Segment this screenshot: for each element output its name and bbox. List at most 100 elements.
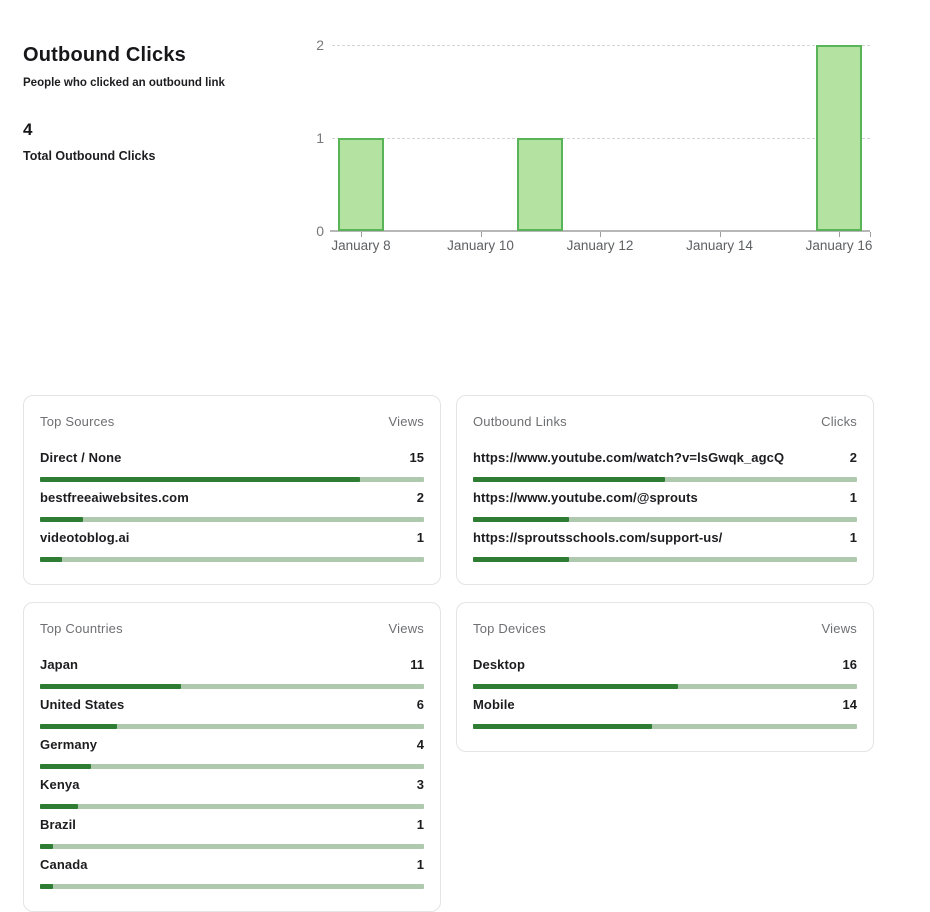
stat-row-top: Desktop 16 (473, 657, 857, 673)
stat-row-value: 1 (416, 857, 424, 872)
x-axis-tick-label: January 10 (447, 238, 514, 253)
stat-progress-fill (473, 557, 569, 562)
stat-row-label: Brazil (40, 817, 77, 832)
panel-metric-label: Views (388, 414, 424, 429)
stat-progress-track (40, 684, 424, 689)
stat-row[interactable]: https://www.youtube.com/@sprouts 1 (473, 490, 857, 522)
panel-top-devices: Top Devices Views Desktop 16 Mobile 14 (456, 602, 874, 752)
stat-row-label: Kenya (40, 777, 80, 792)
stat-row-label: videotoblog.ai (40, 530, 130, 545)
stat-row[interactable]: Kenya 3 (40, 777, 424, 809)
panel-title: Top Countries (40, 621, 123, 636)
panel-title: Top Sources (40, 414, 115, 429)
stat-progress-track (40, 477, 424, 482)
panel-header: Outbound Links Clicks (473, 414, 857, 430)
stat-row[interactable]: videotoblog.ai 1 (40, 530, 424, 562)
stat-row-label: https://www.youtube.com/@sprouts (473, 490, 698, 505)
x-axis-tick-label: January 12 (566, 238, 634, 253)
outbound-clicks-bar-chart: 0 1 2 January 8 January 10 January 12 January … (0, 0, 930, 280)
stat-row[interactable]: Brazil 1 (40, 817, 424, 849)
chart-bar (816, 45, 862, 231)
x-axis-tick (839, 232, 840, 237)
stat-row-top: bestfreeaiwebsites.com 2 (40, 490, 424, 506)
stat-row[interactable]: Germany 4 (40, 737, 424, 769)
stat-row-top: Japan 11 (40, 657, 424, 673)
stat-row-label: Canada (40, 857, 88, 872)
stat-progress-track (40, 764, 424, 769)
stat-row-top: United States 6 (40, 697, 424, 713)
x-axis-end-tick (870, 232, 871, 237)
stat-row-value: 1 (849, 490, 857, 505)
stat-progress-fill (40, 884, 53, 889)
panel-header: Top Sources Views (40, 414, 424, 430)
x-axis-tick (719, 232, 721, 237)
stat-row-value: 6 (416, 697, 424, 712)
stat-row-value: 2 (416, 490, 424, 505)
stat-progress-fill (40, 844, 53, 849)
panel-metric-label: Views (388, 621, 424, 636)
stats-panels-grid: Top Sources Views Direct / None 15 bestf… (23, 395, 874, 912)
stat-row[interactable]: Japan 11 (40, 657, 424, 689)
panel-header: Top Devices Views (473, 621, 857, 637)
stat-progress-track (473, 684, 857, 689)
stat-progress-track (40, 884, 424, 889)
stat-row-value: 11 (410, 657, 424, 672)
stat-row-label: https://www.youtube.com/watch?v=lsGwqk_a… (473, 450, 785, 465)
x-axis-tick (480, 232, 482, 237)
stat-row-label: Mobile (473, 697, 515, 712)
y-gridline (332, 45, 870, 46)
x-axis-tick-label: January 14 (686, 238, 753, 253)
stat-row-top: Mobile 14 (473, 697, 857, 713)
panel-rows: Desktop 16 Mobile 14 (473, 657, 857, 729)
panel-rows: Japan 11 United States 6 Germany 4 Kenya… (40, 657, 424, 889)
stat-row-top: Brazil 1 (40, 817, 424, 833)
x-axis-tick (600, 232, 601, 237)
chart-bar (338, 138, 384, 231)
stat-progress-fill (473, 477, 665, 482)
y-gridline (332, 138, 870, 139)
stat-progress-fill (40, 557, 62, 562)
stat-row-value: 1 (416, 530, 424, 545)
stat-progress-track (473, 477, 857, 482)
stat-progress-fill (40, 764, 92, 769)
stat-row-label: Desktop (473, 657, 525, 672)
stat-progress-track (40, 557, 424, 562)
panel-rows: https://www.youtube.com/watch?v=lsGwqk_a… (473, 450, 857, 562)
panel-title: Top Devices (473, 621, 547, 636)
stat-row[interactable]: https://www.youtube.com/watch?v=lsGwqk_a… (473, 450, 857, 482)
chart-bar (517, 138, 564, 231)
stat-row-top: videotoblog.ai 1 (40, 530, 424, 546)
stat-row-label: Direct / None (40, 450, 122, 465)
panel-title: Outbound Links (473, 414, 567, 429)
panel-metric-label: Views (821, 621, 857, 636)
x-axis-tick (361, 232, 362, 237)
stat-progress-track (473, 557, 857, 562)
stat-row[interactable]: United States 6 (40, 697, 424, 729)
stat-row[interactable]: Desktop 16 (473, 657, 857, 689)
y-axis-tick-label: 2 (316, 37, 324, 53)
stat-row[interactable]: bestfreeaiwebsites.com 2 (40, 490, 424, 522)
stat-row[interactable]: Direct / None 15 (40, 450, 424, 482)
stat-progress-fill (40, 724, 117, 729)
stat-progress-fill (473, 684, 678, 689)
stat-row-value: 16 (842, 657, 857, 672)
stat-row-label: United States (40, 697, 125, 712)
stat-row-top: https://www.youtube.com/@sprouts 1 (473, 490, 857, 506)
stat-row-top: Direct / None 15 (40, 450, 424, 466)
panel-outbound-links: Outbound Links Clicks https://www.youtub… (456, 395, 874, 585)
stat-row-top: Kenya 3 (40, 777, 424, 793)
stat-row-label: https://sproutsschools.com/support-us/ (473, 530, 723, 545)
stat-progress-track (473, 724, 857, 729)
stat-row-value: 4 (416, 737, 424, 752)
stat-progress-fill (473, 517, 569, 522)
stat-row[interactable]: Mobile 14 (473, 697, 857, 729)
stat-row[interactable]: https://sproutsschools.com/support-us/ 1 (473, 530, 857, 562)
stat-row[interactable]: Canada 1 (40, 857, 424, 889)
x-axis-tick-label: January 16 (805, 238, 873, 253)
y-axis-tick-label: 0 (316, 223, 324, 239)
stat-row-top: Canada 1 (40, 857, 424, 873)
stat-row-value: 15 (409, 450, 424, 465)
stat-progress-track (473, 517, 857, 522)
stat-row-value: 1 (849, 530, 857, 545)
stat-progress-track (40, 724, 424, 729)
